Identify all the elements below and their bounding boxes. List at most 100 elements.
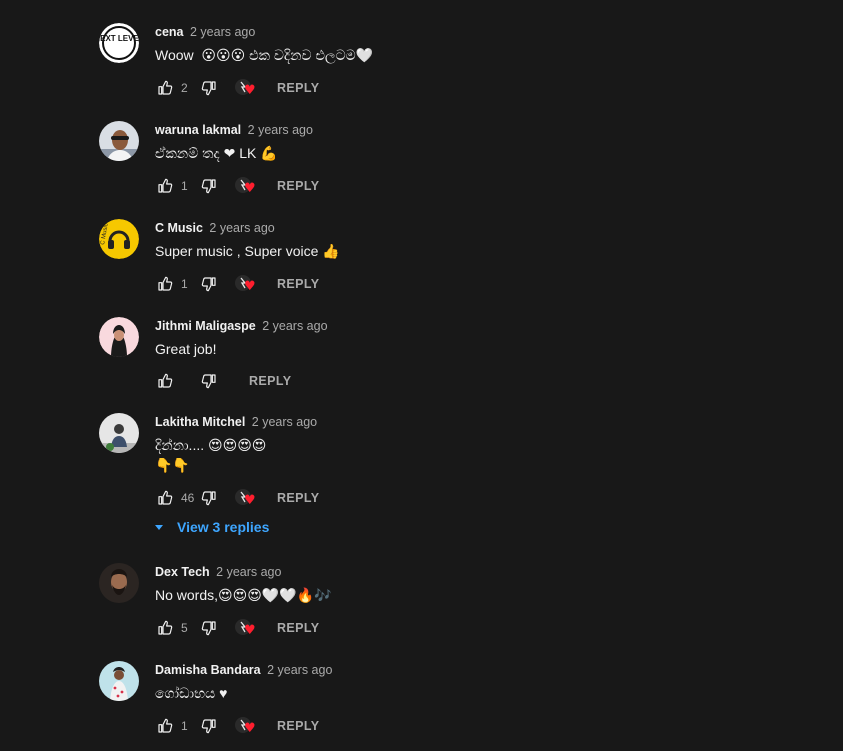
avatar[interactable] bbox=[99, 121, 139, 161]
creator-heart-icon: ♥ bbox=[235, 175, 259, 197]
comment-header: Jithmi Maligaspe 2 years ago bbox=[155, 317, 799, 335]
comment-text: Great job! bbox=[155, 341, 217, 357]
comment-body: Lakitha Mitchel 2 years ago දින්නා.... 😍… bbox=[155, 413, 799, 475]
comment-toolbar: 46 ♥ REPLY bbox=[155, 486, 320, 510]
thumb-down-icon bbox=[201, 621, 216, 636]
like-button[interactable] bbox=[155, 716, 175, 736]
like-button[interactable] bbox=[155, 274, 175, 294]
like-count: 1 bbox=[181, 179, 188, 193]
comment-toolbar: 5 ♥ REPLY bbox=[155, 616, 320, 640]
view-replies-button[interactable]: View 3 replies bbox=[155, 517, 269, 537]
author-name[interactable]: Damisha Bandara bbox=[155, 663, 261, 677]
avatar[interactable]: NEXT LEVEL bbox=[99, 23, 139, 63]
comment-text: No words,😍😍😍🤍🤍🔥🎶 bbox=[155, 587, 332, 603]
like-count: 1 bbox=[181, 277, 188, 291]
comment-timestamp[interactable]: 2 years ago bbox=[216, 565, 281, 579]
reply-button[interactable]: REPLY bbox=[277, 719, 320, 733]
comment-text: දින්නා.... 😍😍😍😍 👇👇 bbox=[155, 437, 267, 473]
comment-body: Dex Tech 2 years ago No words,😍😍😍🤍🤍🔥🎶 bbox=[155, 563, 799, 605]
creator-heart-icon: ♥ bbox=[235, 715, 259, 737]
thumb-up-icon bbox=[158, 178, 173, 193]
reply-button[interactable]: REPLY bbox=[277, 621, 320, 635]
creator-heart-icon: ♥ bbox=[235, 77, 259, 99]
author-name[interactable]: Jithmi Maligaspe bbox=[155, 319, 256, 333]
author-name[interactable]: Dex Tech bbox=[155, 565, 210, 579]
author-name[interactable]: Lakitha Mitchel bbox=[155, 415, 245, 429]
dislike-button[interactable] bbox=[199, 274, 219, 294]
comment-toolbar: 1 ♥ REPLY bbox=[155, 272, 320, 296]
comment-header: Damisha Bandara 2 years ago bbox=[155, 661, 799, 679]
avatar[interactable]: C Music bbox=[99, 219, 139, 259]
avatar[interactable] bbox=[99, 317, 139, 357]
thumb-down-icon bbox=[201, 81, 216, 96]
reply-button[interactable]: REPLY bbox=[277, 81, 320, 95]
author-name[interactable]: waruna lakmal bbox=[155, 123, 241, 137]
like-button[interactable] bbox=[155, 176, 175, 196]
reply-button[interactable]: REPLY bbox=[249, 374, 292, 388]
like-count: 5 bbox=[181, 621, 188, 635]
like-button[interactable] bbox=[155, 371, 175, 391]
dislike-button[interactable] bbox=[199, 176, 219, 196]
comment-text: ඒකනම් තද ❤ LK 💪 bbox=[155, 145, 278, 161]
comment-timestamp[interactable]: 2 years ago bbox=[252, 415, 317, 429]
comment-body: C Music 2 years ago Super music , Super … bbox=[155, 219, 799, 261]
thumb-up-icon bbox=[158, 620, 173, 635]
comment-header: cena 2 years ago bbox=[155, 23, 799, 41]
creator-heart-icon: ♥ bbox=[235, 273, 259, 295]
dislike-button[interactable] bbox=[199, 488, 219, 508]
thumb-up-icon bbox=[158, 373, 173, 388]
thumb-up-icon bbox=[158, 490, 173, 505]
thumb-up-icon bbox=[158, 718, 173, 733]
thumb-down-icon bbox=[201, 491, 216, 506]
author-name[interactable]: cena bbox=[155, 25, 184, 39]
like-count: 1 bbox=[181, 719, 188, 733]
comment-text: Woow 😮😮😮 එක වදිනව එලටම🤍 bbox=[155, 47, 374, 63]
like-button[interactable] bbox=[155, 488, 175, 508]
like-button[interactable] bbox=[155, 618, 175, 638]
avatar-logo-text: NEXT LEVEL bbox=[99, 34, 139, 43]
creator-heart-icon: ♥ bbox=[235, 487, 259, 509]
like-count: 46 bbox=[181, 491, 195, 505]
comment-header: Lakitha Mitchel 2 years ago bbox=[155, 413, 799, 431]
dislike-button[interactable] bbox=[199, 371, 219, 391]
comment-body: Damisha Bandara 2 years ago ගෝඩාභය ♥ bbox=[155, 661, 799, 703]
comment-toolbar: 1 ♥ REPLY bbox=[155, 714, 320, 738]
comment-toolbar: 2 ♥ REPLY bbox=[155, 76, 320, 100]
comment-header: C Music 2 years ago bbox=[155, 219, 799, 237]
reply-button[interactable]: REPLY bbox=[277, 277, 320, 291]
thumb-down-icon bbox=[201, 374, 216, 389]
comment-header: Dex Tech 2 years ago bbox=[155, 563, 799, 581]
reply-button[interactable]: REPLY bbox=[277, 491, 320, 505]
thumb-down-icon bbox=[201, 179, 216, 194]
dislike-button[interactable] bbox=[199, 618, 219, 638]
thumb-up-icon bbox=[158, 276, 173, 291]
comment-timestamp[interactable]: 2 years ago bbox=[262, 319, 327, 333]
comment-text: ගෝඩාභය ♥ bbox=[155, 685, 228, 701]
comment-body: Jithmi Maligaspe 2 years ago Great job! bbox=[155, 317, 799, 359]
comment-timestamp[interactable]: 2 years ago bbox=[209, 221, 274, 235]
comment-toolbar: 1 ♥ REPLY bbox=[155, 174, 320, 198]
comment-timestamp[interactable]: 2 years ago bbox=[190, 25, 255, 39]
avatar[interactable] bbox=[99, 413, 139, 453]
thumb-up-icon bbox=[158, 80, 173, 95]
reply-button[interactable]: REPLY bbox=[277, 179, 320, 193]
comment-body: waruna lakmal 2 years ago ඒකනම් තද ❤ LK … bbox=[155, 121, 799, 163]
caret-down-icon bbox=[155, 524, 163, 530]
creator-heart-icon: ♥ bbox=[235, 617, 259, 639]
thumb-down-icon bbox=[201, 719, 216, 734]
dislike-button[interactable] bbox=[199, 716, 219, 736]
comments-section: NEXT LEVEL cena 2 years ago Woow 😮😮😮 එක … bbox=[0, 0, 843, 751]
dislike-button[interactable] bbox=[199, 78, 219, 98]
comment-timestamp[interactable]: 2 years ago bbox=[267, 663, 332, 677]
view-replies-label: View 3 replies bbox=[177, 519, 270, 535]
comment-timestamp[interactable]: 2 years ago bbox=[248, 123, 313, 137]
comment-text: Super music , Super voice 👍 bbox=[155, 243, 340, 259]
author-name[interactable]: C Music bbox=[155, 221, 203, 235]
like-button[interactable] bbox=[155, 78, 175, 98]
like-count: 2 bbox=[181, 81, 188, 95]
avatar[interactable] bbox=[99, 661, 139, 701]
comment-body: cena 2 years ago Woow 😮😮😮 එක වදිනව එලටම🤍 bbox=[155, 23, 799, 65]
avatar[interactable] bbox=[99, 563, 139, 603]
comment-header: waruna lakmal 2 years ago bbox=[155, 121, 799, 139]
thumb-down-icon bbox=[201, 277, 216, 292]
